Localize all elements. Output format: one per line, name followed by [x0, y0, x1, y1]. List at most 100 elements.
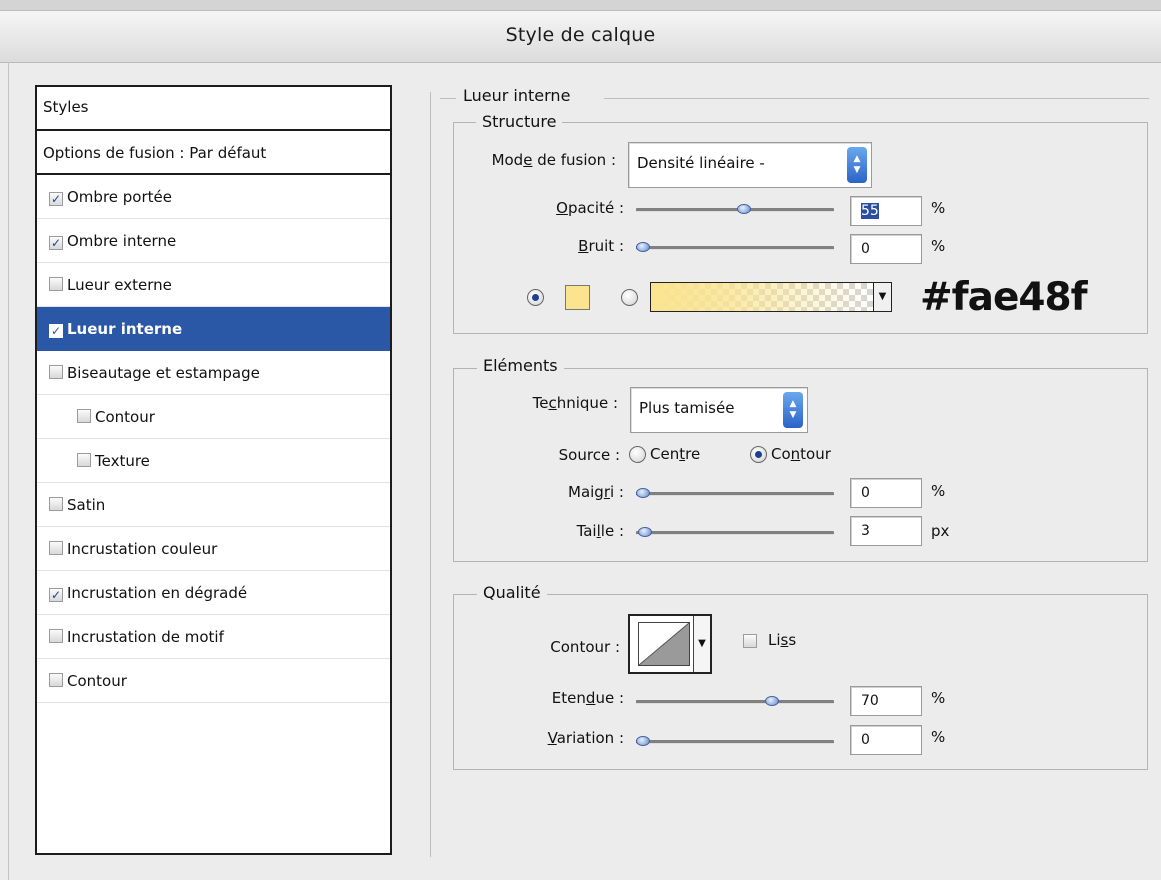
style-checkbox[interactable] — [49, 673, 63, 687]
blend-mode-value: Densité linéaire - — [637, 154, 765, 172]
style-item[interactable]: Contour — [37, 395, 390, 439]
style-checkbox[interactable]: ✓ — [49, 236, 63, 250]
style-checkbox[interactable]: ✓ — [49, 192, 63, 206]
section-rule — [440, 98, 456, 99]
range-input[interactable]: 70 — [850, 686, 922, 716]
section-title: Lueur interne — [457, 86, 577, 106]
opacity-unit: % — [931, 199, 946, 217]
style-item[interactable]: ✓ Incrustation en dégradé — [37, 571, 390, 615]
jitter-slider[interactable] — [636, 736, 834, 746]
range-slider-thumb[interactable] — [765, 696, 779, 706]
noise-slider-thumb[interactable] — [636, 242, 650, 252]
antialias-checkbox[interactable] — [743, 634, 757, 648]
style-item[interactable]: Contour — [37, 659, 390, 703]
style-checkbox[interactable] — [77, 453, 91, 467]
style-item-label: Texture — [95, 452, 150, 470]
contour-preview — [638, 622, 690, 666]
styles-list: Styles Options de fusion : Par défaut ✓ O… — [35, 85, 392, 855]
opacity-slider-thumb[interactable] — [737, 204, 751, 214]
style-item-label: Incrustation couleur — [67, 540, 218, 558]
style-item[interactable]: Incrustation de motif — [37, 615, 390, 659]
hex-color-annotation: #fae48f — [920, 275, 1088, 320]
opacity-slider[interactable] — [636, 204, 834, 214]
style-item[interactable]: ✓ Ombre portée — [37, 175, 390, 219]
style-item[interactable]: ✓ Ombre interne — [37, 219, 390, 263]
blend-options-item[interactable]: Options de fusion : Par défaut — [37, 131, 390, 175]
source-center-radio[interactable] — [629, 446, 646, 463]
size-unit: px — [931, 522, 950, 540]
source-edge-radio[interactable] — [750, 446, 767, 463]
range-slider[interactable] — [636, 696, 834, 706]
style-item-label: Biseautage et estampage — [67, 364, 260, 382]
structure-title: Structure — [476, 112, 563, 132]
contour-dropdown-icon[interactable]: ▼ — [693, 616, 710, 672]
source-center-label[interactable]: Centre — [650, 444, 700, 464]
style-checkbox[interactable] — [49, 497, 63, 511]
style-item[interactable]: Texture — [37, 439, 390, 483]
window-titlebar: Style de calque — [0, 0, 1161, 63]
glow-color-swatch[interactable] — [565, 285, 590, 310]
jitter-input[interactable]: 0 — [850, 725, 922, 755]
blend-mode-select[interactable]: Densité linéaire - ▲ ▼ — [628, 142, 872, 188]
style-checkbox[interactable] — [49, 365, 63, 379]
style-item-label: Lueur interne — [67, 320, 183, 338]
style-item-label: Ombre portée — [67, 188, 172, 206]
antialias-label[interactable]: Liss — [768, 630, 796, 650]
style-item[interactable]: ✓ Lueur interne — [37, 307, 390, 351]
size-input[interactable]: 3 — [850, 516, 922, 546]
noise-slider[interactable] — [636, 242, 834, 252]
style-item-label: Incrustation en dégradé — [67, 584, 248, 602]
style-item-label: Ombre interne — [67, 232, 177, 250]
elements-title: Eléments — [477, 356, 564, 376]
section-rule — [604, 98, 1149, 99]
style-checkbox[interactable]: ✓ — [49, 588, 63, 602]
style-checkbox[interactable] — [49, 277, 63, 291]
gradient-preview[interactable] — [650, 282, 874, 312]
style-checkbox[interactable] — [49, 629, 63, 643]
style-item[interactable]: Satin — [37, 483, 390, 527]
gradient-dropdown-icon[interactable]: ▼ — [874, 282, 892, 312]
choke-unit: % — [931, 482, 946, 500]
select-arrows-icon: ▲ ▼ — [783, 392, 803, 428]
style-item[interactable]: Incrustation couleur — [37, 527, 390, 571]
noise-label: Bruit : — [578, 237, 624, 255]
source-edge-label[interactable]: Contour — [771, 444, 831, 464]
gradient-radio[interactable] — [621, 289, 638, 306]
select-arrows-icon: ▲ ▼ — [847, 147, 867, 183]
jitter-unit: % — [931, 728, 946, 746]
window-top-strip — [0, 0, 1161, 11]
noise-input[interactable]: 0 — [850, 234, 922, 264]
style-checkbox[interactable] — [77, 409, 91, 423]
choke-slider-thumb[interactable] — [636, 488, 650, 498]
size-slider[interactable] — [636, 527, 834, 537]
styles-items: ✓ Ombre portée ✓ Ombre interne Lueur externe… — [37, 175, 390, 703]
technique-select[interactable]: Plus tamisée ▲ ▼ — [630, 387, 808, 433]
contour-label: Contour : — [550, 638, 620, 656]
range-unit: % — [931, 689, 946, 707]
style-item[interactable]: Lueur externe — [37, 263, 390, 307]
style-item-label: Lueur externe — [67, 276, 172, 294]
style-checkbox[interactable] — [49, 541, 63, 555]
blend-mode-label: Mode de fusion : — [491, 151, 616, 169]
size-slider-thumb[interactable] — [638, 527, 652, 537]
jitter-slider-thumb[interactable] — [636, 736, 650, 746]
size-label: Taille : — [576, 522, 624, 540]
window-title: Style de calque — [505, 24, 656, 46]
style-item[interactable]: Biseautage et estampage — [37, 351, 390, 395]
quality-title: Qualité — [477, 583, 547, 603]
style-item-label: Incrustation de motif — [67, 628, 224, 646]
contour-picker[interactable]: ▼ — [628, 614, 712, 674]
styles-header[interactable]: Styles — [37, 87, 390, 131]
style-item-label: Contour — [95, 408, 155, 426]
choke-input[interactable]: 0 — [850, 478, 922, 508]
technique-value: Plus tamisée — [639, 399, 735, 417]
solid-color-radio[interactable] — [527, 289, 544, 306]
choke-slider[interactable] — [636, 488, 834, 498]
range-label: Etendue : — [551, 689, 624, 707]
jitter-label: Variation : — [547, 729, 624, 747]
style-checkbox[interactable]: ✓ — [49, 324, 63, 338]
opacity-input[interactable]: 55 — [850, 196, 922, 226]
style-item-label: Satin — [67, 496, 106, 514]
panel-divider — [430, 92, 431, 857]
choke-label: Maigri : — [568, 483, 624, 501]
